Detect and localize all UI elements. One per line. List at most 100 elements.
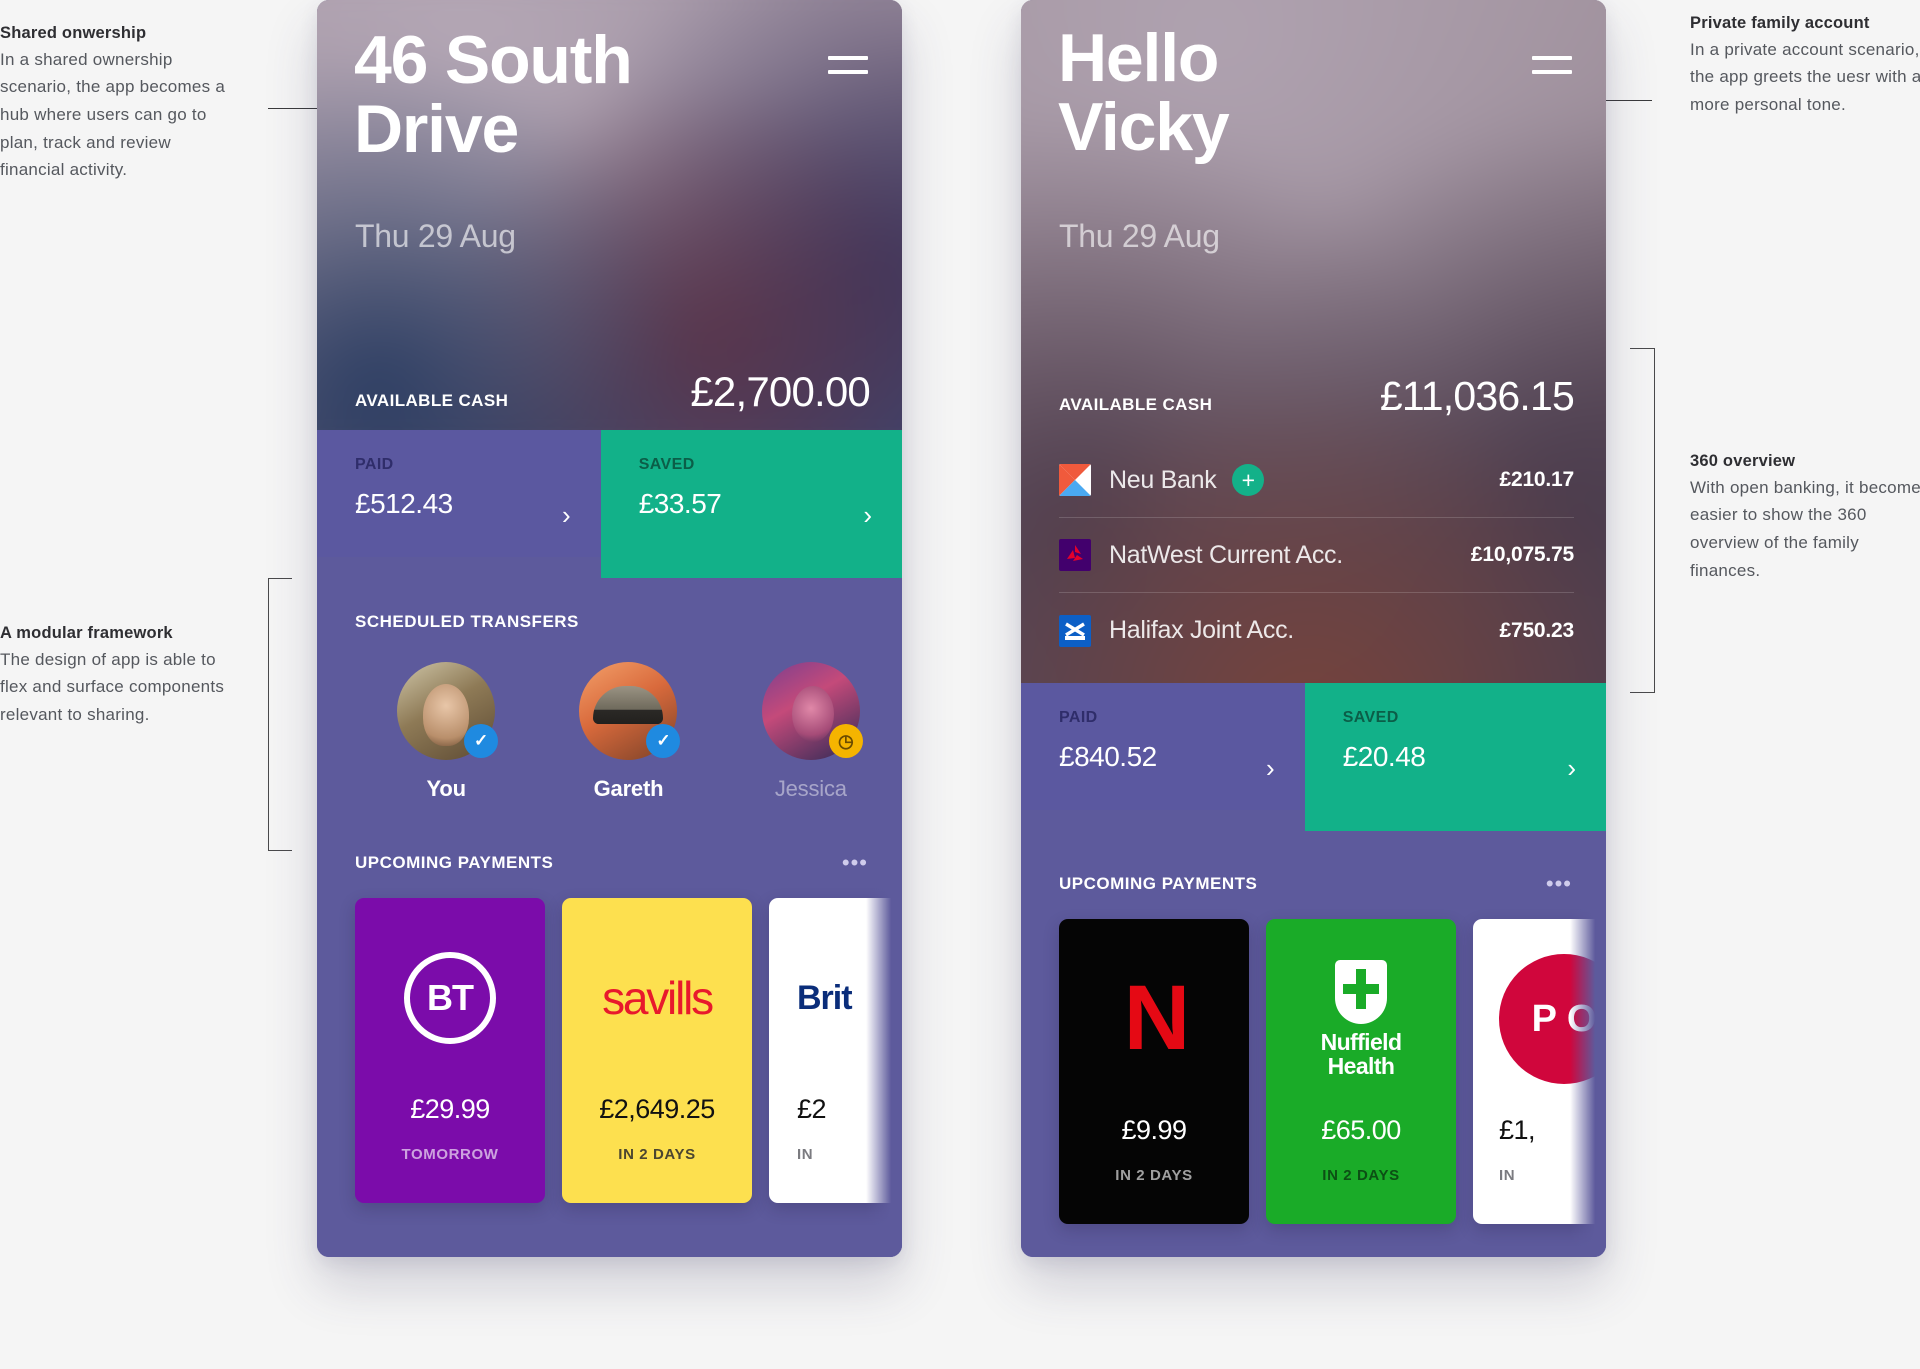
hamburger-icon[interactable] <box>1532 56 1572 74</box>
clock-badge-icon: ◷ <box>828 724 863 758</box>
chevron-right-icon: › <box>1266 753 1275 783</box>
shield-icon <box>1335 959 1387 1024</box>
available-cash-row: AVAILABLE CASH £2,700.00 <box>317 368 902 416</box>
nuffield-logo-line1: Nuffield <box>1320 1028 1402 1055</box>
hamburger-icon[interactable] <box>828 56 868 74</box>
available-cash-label: AVAILABLE CASH <box>1059 395 1213 414</box>
scheduled-transfers-header: SCHEDULED TRANSFERS <box>317 578 902 632</box>
payment-amount: £2 <box>797 1094 827 1124</box>
saved-tile[interactable]: SAVED £33.57 › <box>600 430 902 578</box>
phone-private-family: Hello Vicky Thu 29 Aug AVAILABLE CASH £1… <box>1021 0 1606 1257</box>
payment-card[interactable]: P O £1, IN <box>1473 919 1606 1224</box>
paid-value: £840.52 <box>1059 741 1157 772</box>
saved-value: £20.48 <box>1342 741 1426 772</box>
payment-due: IN 2 DAYS <box>618 1146 696 1163</box>
scheduled-transfers-title: SCHEDULED TRANSFERS <box>355 612 579 631</box>
payment-due: IN 2 DAYS <box>1322 1167 1400 1184</box>
paid-label: PAID <box>355 456 394 473</box>
payment-card[interactable]: BT £29.99 TOMORROW <box>355 898 545 1203</box>
payment-card[interactable]: Nuffield Health £65.00 IN 2 DAYS <box>1266 919 1456 1224</box>
savills-logo-text: savills <box>602 972 714 1024</box>
saved-label: SAVED <box>1342 709 1399 726</box>
phone-shared-ownership: 46 South Drive Thu 29 Aug AVAILABLE CASH… <box>317 0 902 1257</box>
netflix-logo-text: N <box>1123 967 1190 1070</box>
payment-card[interactable]: Brit £2 IN <box>769 898 902 1203</box>
britishgas-logo-text: Brit <box>797 978 853 1017</box>
annotation-360-overview: 360 overview With open banking, it becom… <box>1690 450 1920 584</box>
nuffield-logo: Nuffield Health <box>1266 919 1456 1119</box>
page-title: Hello Vicky <box>1058 20 1230 166</box>
upcoming-payments-cards-right: N £9.99 IN 2 DAYS Nuffield Health £65.00 <box>1021 919 1606 1224</box>
payment-amount: £65.00 <box>1321 1115 1401 1145</box>
annotation-modular-framework: A modular framework The design of app is… <box>0 622 235 729</box>
payment-amount: £29.99 <box>410 1094 490 1124</box>
canvas: Shared onwership In a shared ownership s… <box>0 0 1920 1369</box>
paid-tile[interactable]: PAID £840.52 › <box>1021 683 1305 810</box>
upcoming-payments-title: UPCOMING PAYMENTS <box>355 853 554 872</box>
postoffice-logo: P O <box>1473 919 1606 1119</box>
bracket-360 <box>1630 348 1655 693</box>
saved-tile[interactable]: SAVED £20.48 › <box>1304 683 1606 831</box>
bank-name: Halifax Joint Acc. <box>1109 616 1294 644</box>
upcoming-payments-cards-left: BT £29.99 TOMORROW savills £2,649.25 IN … <box>317 898 902 1203</box>
annotation-title: Shared onwership <box>0 24 147 42</box>
payment-card[interactable]: savills £2,649.25 IN 2 DAYS <box>562 898 752 1203</box>
chevron-right-icon: › <box>863 500 872 530</box>
halifax-logo <box>1059 614 1091 647</box>
paid-tile[interactable]: PAID £512.43 › <box>317 430 601 557</box>
bt-logo-text: BT <box>404 952 496 1044</box>
check-badge-icon: ✓ <box>646 724 681 758</box>
annotation-title: 360 overview <box>1690 452 1796 470</box>
natwest-logo <box>1059 539 1091 571</box>
date-label: Thu 29 Aug <box>355 218 516 254</box>
bank-account-row[interactable]: NatWest Current Acc. £10,075.75 <box>1059 518 1574 593</box>
chevron-right-icon: › <box>1567 753 1576 783</box>
bank-amount: £210.17 <box>1499 468 1574 491</box>
annotation-body: In a private account scenario, the app g… <box>1690 39 1920 114</box>
annotation-body: With open banking, it becomes easier to … <box>1690 477 1920 580</box>
person-name: You <box>426 776 467 801</box>
nuffield-logo-line2: Health <box>1327 1053 1395 1079</box>
available-cash-value: £2,700.00 <box>690 368 870 415</box>
payment-amount: £9.99 <box>1121 1115 1187 1145</box>
check-badge-icon: ✓ <box>464 724 499 758</box>
available-cash-value: £11,036.15 <box>1379 373 1575 419</box>
postoffice-logo-text: P O <box>1499 954 1606 1084</box>
paid-saved-strip-right: PAID £840.52 › SAVED £20.48 › <box>1021 683 1606 831</box>
bracket-modular <box>268 578 292 851</box>
bank-account-row[interactable]: Neu Bank + £210.17 <box>1059 443 1574 518</box>
paid-saved-strip-left: PAID £512.43 › SAVED £33.57 › <box>317 430 902 578</box>
saved-label: SAVED <box>638 456 695 473</box>
upcoming-payments-title: UPCOMING PAYMENTS <box>1059 874 1258 893</box>
hero-image-left: 46 South Drive Thu 29 Aug AVAILABLE CASH… <box>317 0 902 430</box>
payment-card[interactable]: N £9.99 IN 2 DAYS <box>1059 919 1249 1224</box>
available-cash-row: AVAILABLE CASH £11,036.15 <box>1021 373 1606 420</box>
chevron-right-icon: › <box>562 500 571 530</box>
add-account-icon[interactable]: + <box>1232 464 1265 496</box>
payment-due: IN 2 DAYS <box>1115 1167 1193 1184</box>
page-title: 46 South Drive <box>354 22 633 168</box>
bt-logo: BT <box>355 898 545 1098</box>
bank-accounts-list: Neu Bank + £210.17 NatWest Current Acc. … <box>1059 443 1574 668</box>
britishgas-logo: Brit <box>769 898 902 1098</box>
netflix-logo: N <box>1059 919 1249 1119</box>
upcoming-payments-header-right: UPCOMING PAYMENTS ••• <box>1021 831 1606 895</box>
payment-due: IN <box>797 1146 814 1163</box>
ellipsis-icon[interactable]: ••• <box>1546 873 1572 895</box>
date-label: Thu 29 Aug <box>1059 218 1220 254</box>
annotation-title: Private family account <box>1690 14 1870 32</box>
saved-value: £33.57 <box>638 488 722 519</box>
neubank-logo <box>1059 464 1091 496</box>
scheduled-transfers-list: ✓ You ✓ Gareth ◷ Jessica <box>317 662 902 802</box>
transfer-person[interactable]: ◷ Jessica <box>720 662 902 802</box>
hero-image-right: Hello Vicky Thu 29 Aug AVAILABLE CASH £1… <box>1021 0 1606 683</box>
available-cash-label: AVAILABLE CASH <box>355 391 509 410</box>
transfer-person[interactable]: ✓ Gareth <box>537 662 719 802</box>
bank-account-row[interactable]: Halifax Joint Acc. £750.23 <box>1059 593 1574 668</box>
payment-due: TOMORROW <box>401 1146 499 1163</box>
ellipsis-icon[interactable]: ••• <box>842 852 868 874</box>
annotation-private-family-account: Private family account In a private acco… <box>1690 12 1920 119</box>
upcoming-payments-header-left: UPCOMING PAYMENTS ••• <box>317 852 902 874</box>
paid-label: PAID <box>1059 709 1098 726</box>
transfer-person[interactable]: ✓ You <box>355 662 537 802</box>
